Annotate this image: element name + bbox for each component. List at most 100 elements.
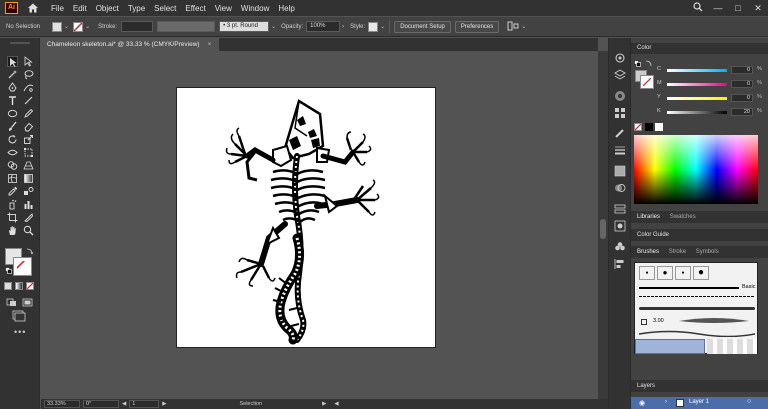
toolbar-grip[interactable] [10, 42, 30, 44]
menu-help[interactable]: Help [278, 4, 294, 13]
menu-view[interactable]: View [215, 4, 232, 13]
pencil-tool-icon[interactable] [23, 108, 34, 119]
graphic-styles-icon[interactable] [614, 220, 626, 232]
document-setup-button[interactable]: Document Setup [394, 20, 451, 33]
variable-width-profile[interactable] [157, 21, 216, 32]
color-wheel-icon[interactable] [614, 90, 626, 102]
brush-pattern-selected[interactable] [635, 339, 705, 354]
symbols-tab[interactable]: Symbols [696, 249, 719, 255]
style-dropdown-icon[interactable]: ⌄ [380, 23, 385, 30]
swap-fill-stroke-icon[interactable] [26, 247, 34, 255]
default-fill-stroke-icon[interactable] [5, 267, 12, 274]
rotation-field[interactable]: 0° [83, 400, 119, 408]
expand-layer-icon[interactable]: › [665, 399, 667, 405]
menu-window[interactable]: Window [241, 4, 269, 13]
perspective-grid-tool-icon[interactable] [23, 160, 34, 171]
appearance-icon[interactable] [614, 203, 626, 215]
libraries-tab[interactable]: Libraries [637, 214, 660, 220]
column-graph-tool-icon[interactable] [23, 199, 34, 210]
canvas[interactable] [41, 51, 598, 399]
yellow-value[interactable]: 0 [731, 94, 753, 102]
direct-selection-tool-icon[interactable] [23, 56, 34, 67]
menu-edit[interactable]: Edit [73, 4, 87, 13]
close-tab-icon[interactable]: × [208, 41, 212, 48]
fill-dropdown-icon[interactable]: ⌄ [64, 23, 69, 30]
fill-swatch[interactable] [52, 21, 63, 32]
gradient-panel-icon[interactable] [614, 165, 626, 177]
scale-tool-icon[interactable] [23, 134, 34, 145]
brush-dot-large[interactable]: ● [693, 266, 709, 280]
curvature-tool-icon[interactable] [23, 82, 34, 93]
default-colors-icon[interactable] [634, 60, 641, 67]
scroll-left-icon[interactable]: ◀ [334, 401, 338, 407]
menu-object[interactable]: Object [96, 4, 119, 13]
artboard-number-field[interactable]: 1 [129, 400, 160, 408]
prev-artboard-icon[interactable]: ◀ [122, 401, 126, 407]
menu-select[interactable]: Select [154, 4, 176, 13]
properties-icon[interactable] [614, 52, 626, 64]
lasso-tool-icon[interactable] [23, 69, 34, 80]
magenta-value[interactable]: 0 [731, 80, 753, 88]
black-value[interactable]: 20 [731, 108, 753, 116]
status-menu-icon[interactable]: ▶ [322, 401, 326, 407]
align-icon[interactable] [614, 258, 626, 270]
black-swatch[interactable] [645, 123, 653, 131]
paintbrush-tool-icon[interactable] [7, 121, 18, 132]
brush-stroke-taper[interactable] [679, 317, 749, 325]
shape-builder-tool-icon[interactable] [7, 160, 18, 171]
zoom-field[interactable]: 33.33% [44, 400, 80, 408]
menu-type[interactable]: Type [128, 4, 145, 13]
hand-tool-icon[interactable] [7, 225, 18, 236]
brush-dot-small[interactable]: ● [639, 266, 655, 280]
brush-dot-medium[interactable]: ● [657, 266, 673, 280]
scrollbar-thumb[interactable] [600, 219, 606, 239]
black-slider[interactable] [667, 111, 727, 114]
visibility-eye-icon[interactable]: ◉ [639, 399, 645, 407]
chameleon-skeleton-artwork[interactable] [177, 88, 435, 347]
brush-stroke-dotted[interactable] [639, 296, 755, 297]
white-swatch[interactable] [655, 123, 663, 131]
magenta-slider[interactable] [667, 83, 727, 86]
color-panel-header[interactable]: Color [631, 43, 768, 54]
artboard[interactable] [176, 87, 436, 348]
layer-name[interactable]: Layer 1 [689, 399, 709, 405]
preferences-button[interactable]: Preferences [454, 20, 500, 33]
home-icon[interactable] [27, 2, 39, 14]
stroke-tab[interactable]: Stroke [669, 249, 686, 255]
symbol-sprayer-tool-icon[interactable] [7, 199, 18, 210]
swatches-tab[interactable]: Swatches [670, 214, 696, 220]
cyan-value[interactable]: 0 [731, 66, 753, 74]
eraser-tool-icon[interactable] [23, 121, 34, 132]
next-artboard-icon[interactable]: ▶ [162, 401, 166, 407]
document-tab[interactable]: Chameleon skeleton.ai* @ 33.33 % (CMYK/P… [41, 38, 219, 51]
eyedropper-tool-icon[interactable] [7, 186, 18, 197]
swatches-grid-icon[interactable] [614, 107, 626, 119]
search-icon[interactable] [688, 2, 708, 14]
stroke-dropdown-icon[interactable]: ⌄ [85, 23, 90, 30]
cyan-slider[interactable] [667, 69, 727, 72]
slice-tool-icon[interactable] [23, 212, 34, 223]
brushes-tab[interactable]: Brushes [637, 249, 659, 255]
artboard-tool-icon[interactable] [7, 212, 18, 223]
opacity-input[interactable]: 100% [306, 21, 341, 32]
layers-panel-header[interactable]: Layers [631, 380, 768, 392]
ellipse-tool-icon[interactable] [7, 108, 18, 119]
transparency-icon[interactable] [614, 182, 626, 194]
zoom-tool-icon[interactable] [23, 225, 34, 236]
screen-mode-icon[interactable] [22, 298, 33, 307]
mesh-tool-icon[interactable] [7, 173, 18, 184]
free-transform-tool-icon[interactable] [23, 147, 34, 158]
screen-options-icon[interactable] [12, 310, 26, 322]
style-swatch[interactable] [368, 21, 379, 32]
arrange-icon[interactable] [507, 21, 519, 33]
menu-effect[interactable]: Effect [185, 4, 205, 13]
panel-stroke-swatch[interactable] [640, 75, 654, 89]
none-swatch[interactable] [634, 123, 642, 131]
maximize-icon[interactable]: □ [728, 3, 748, 13]
none-mode-icon[interactable] [26, 282, 34, 290]
gradient-tool-icon[interactable] [23, 173, 34, 184]
color-guide-header[interactable]: Color Guide [631, 229, 768, 241]
brush-definition[interactable]: • 3 pt. Round [219, 21, 270, 32]
draw-mode-icon[interactable] [6, 298, 17, 307]
selection-tool-icon[interactable] [7, 56, 18, 67]
